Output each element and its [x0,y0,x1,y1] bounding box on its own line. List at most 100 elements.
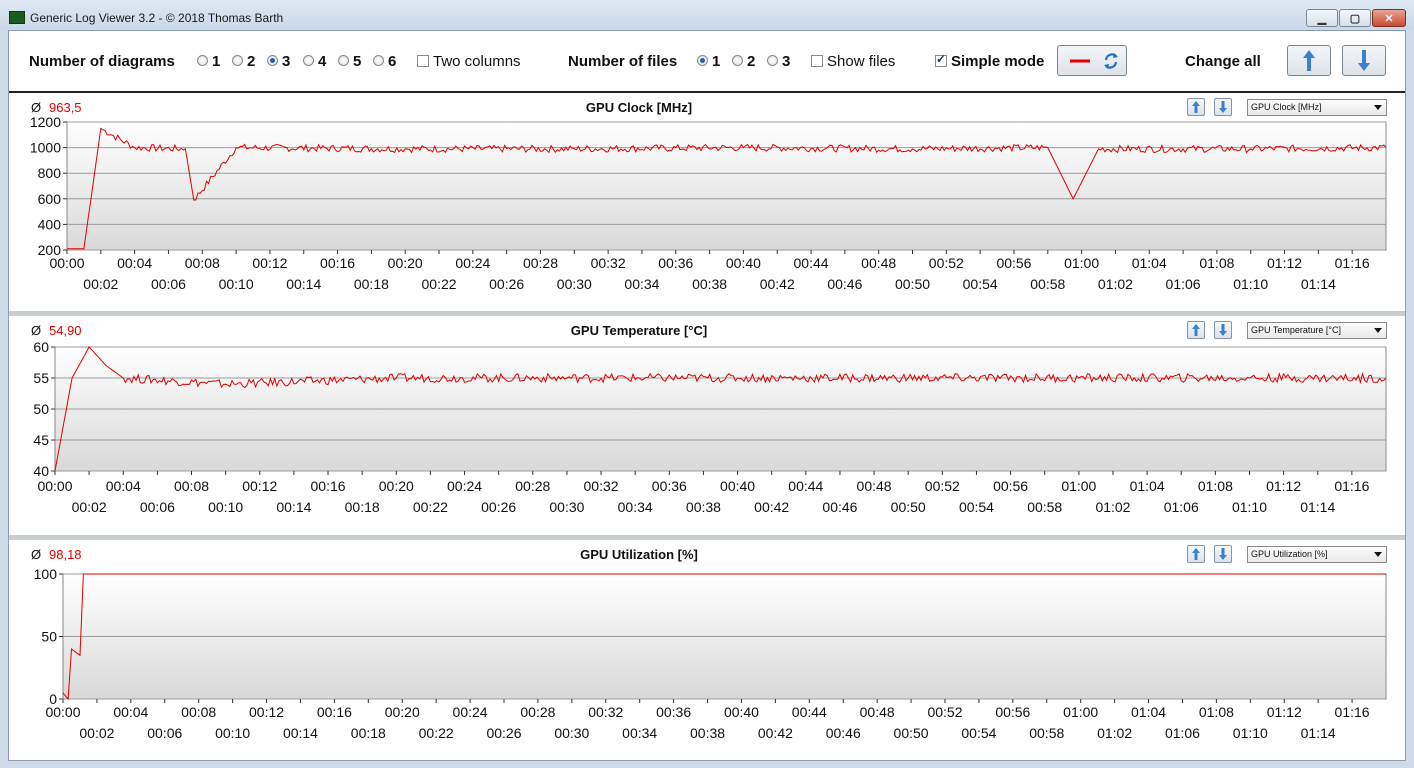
chart-panel-gpu-temperature: 40 45 50 55 60 00:00 00:04 00:08 00:12 00:16 00:20… [9,316,1405,535]
channel-select[interactable]: GPU Utilization [%] [1247,546,1387,563]
x-tick-label: 00:02 [83,276,118,292]
channel-select[interactable]: GPU Temperature [°C] [1247,322,1387,339]
diagrams-radio-4[interactable] [303,55,314,66]
files-radio-label: 2 [747,53,756,70]
x-tick-label: 01:16 [1334,478,1369,494]
x-tick-label: 00:18 [351,725,386,741]
y-tick-label: 400 [38,216,62,232]
move-down-button[interactable] [1214,98,1232,116]
y-tick-label: 1200 [30,114,61,130]
move-up-button[interactable] [1187,321,1205,339]
x-tick-label: 00:14 [283,725,318,741]
x-tick-label: 00:58 [1027,499,1062,515]
change-all-up-button[interactable] [1287,45,1331,76]
diagrams-radio-3[interactable] [267,55,278,66]
y-tick-label: 40 [33,463,49,479]
arrow-up-icon [1192,548,1200,560]
simple-mode-checkbox[interactable] [935,52,947,67]
x-tick-label: 00:36 [658,255,693,271]
x-tick-label: 01:12 [1267,704,1302,720]
x-tick-label: 00:54 [959,499,994,515]
x-tick-label: 00:42 [754,499,789,515]
show-files-checkbox[interactable] [811,55,823,67]
x-tick-label: 00:38 [692,276,727,292]
x-tick-label: 00:56 [993,478,1028,494]
x-tick-label: 00:44 [788,478,823,494]
x-tick-label: 01:16 [1335,704,1370,720]
minimize-button[interactable]: ▁ [1306,9,1338,27]
x-tick-label: 01:00 [1063,704,1098,720]
x-tick-label: 00:00 [45,704,80,720]
arrow-down-icon [1219,548,1227,560]
y-tick-label: 600 [38,191,62,207]
files-radio-1[interactable] [697,55,708,66]
x-tick-label: 00:34 [622,725,657,741]
x-tick-label: 01:10 [1233,725,1268,741]
files-radio-2[interactable] [732,55,743,66]
files-radio-3[interactable] [767,55,778,66]
diagrams-radio-1[interactable] [197,55,208,66]
x-tick-label: 00:18 [354,276,389,292]
x-tick-label: 00:14 [286,276,321,292]
x-tick-label: 00:32 [588,704,623,720]
x-tick-label: 00:32 [584,478,619,494]
x-tick-label: 00:16 [317,704,352,720]
line-style-button[interactable] [1057,45,1127,76]
line-chart: 05010000:00 00:04 00:08 00:12 00:16 00:20 00:2… [34,566,1387,741]
files-radio-label: 1 [712,53,721,70]
x-tick-label: 00:08 [181,704,216,720]
x-tick-label: 01:10 [1232,499,1267,515]
x-tick-label: 00:02 [72,499,107,515]
chart-panel-gpu-clock: 200 400 600 800 1000 1200 00:00 00:04 00:08 00:12… [9,93,1405,311]
x-tick-label: 00:18 [345,499,380,515]
x-tick-label: 00:24 [453,704,488,720]
arrow-up-icon [1303,50,1315,71]
diagrams-radio-2[interactable] [232,55,243,66]
files-label: Number of files [568,53,678,70]
y-tick-label: 800 [38,165,62,181]
title-bar[interactable]: Generic Log Viewer 3.2 - © 2018 Thomas B… [0,0,1414,30]
x-tick-label: 00:00 [37,478,72,494]
close-icon: ✕ [1384,12,1394,25]
change-all-down-button[interactable] [1342,45,1386,76]
y-tick-label: 50 [33,401,49,417]
x-tick-label: 01:04 [1132,255,1167,271]
move-down-button[interactable] [1214,545,1232,563]
x-tick-label: 00:30 [549,499,584,515]
x-tick-label: 00:12 [252,255,287,271]
move-down-button[interactable] [1214,321,1232,339]
x-tick-label: 00:42 [760,276,795,292]
x-tick-label: 00:28 [523,255,558,271]
x-tick-label: 00:02 [79,725,114,741]
x-tick-label: 00:30 [554,725,589,741]
x-tick-label: 01:16 [1335,255,1370,271]
x-tick-label: 01:08 [1199,255,1234,271]
move-up-button[interactable] [1187,98,1205,116]
channel-select-value: GPU Utilization [%] [1251,549,1328,559]
x-tick-label: 00:12 [242,478,277,494]
x-tick-label: 00:48 [861,255,896,271]
x-tick-label: 00:26 [489,276,524,292]
x-tick-label: 00:56 [995,704,1030,720]
diagrams-radio-6[interactable] [373,55,384,66]
two-columns-label: Two columns [433,53,521,70]
x-tick-label: 01:00 [1061,478,1096,494]
channel-select[interactable]: GPU Clock [MHz] [1247,99,1387,116]
x-tick-label: 01:08 [1199,704,1234,720]
show-files-label: Show files [827,53,896,70]
diagrams-radio-label: 3 [282,53,291,70]
close-button[interactable]: ✕ [1372,9,1406,27]
line-chart: 40 45 50 55 60 00:00 00:04 00:08 00:12 00:16 00:20… [33,339,1387,515]
y-tick-label: 45 [33,432,49,448]
chevron-down-icon [1374,328,1382,333]
chart-panel-gpu-utilization: 0 50 100 00:00 00:04 00:08 00:12 00:16 00:20 00:2… [9,540,1405,760]
toolbar: Number of diagrams 1 2 3 4 5 6 Two colum… [9,31,1405,91]
maximize-button[interactable]: ▢ [1339,9,1371,27]
diagrams-radio-5[interactable] [338,55,349,66]
x-tick-label: 00:20 [385,704,420,720]
x-tick-label: 00:06 [140,499,175,515]
x-tick-label: 00:24 [455,255,490,271]
move-up-button[interactable] [1187,545,1205,563]
two-columns-checkbox[interactable] [417,55,429,67]
x-tick-label: 00:58 [1030,276,1065,292]
